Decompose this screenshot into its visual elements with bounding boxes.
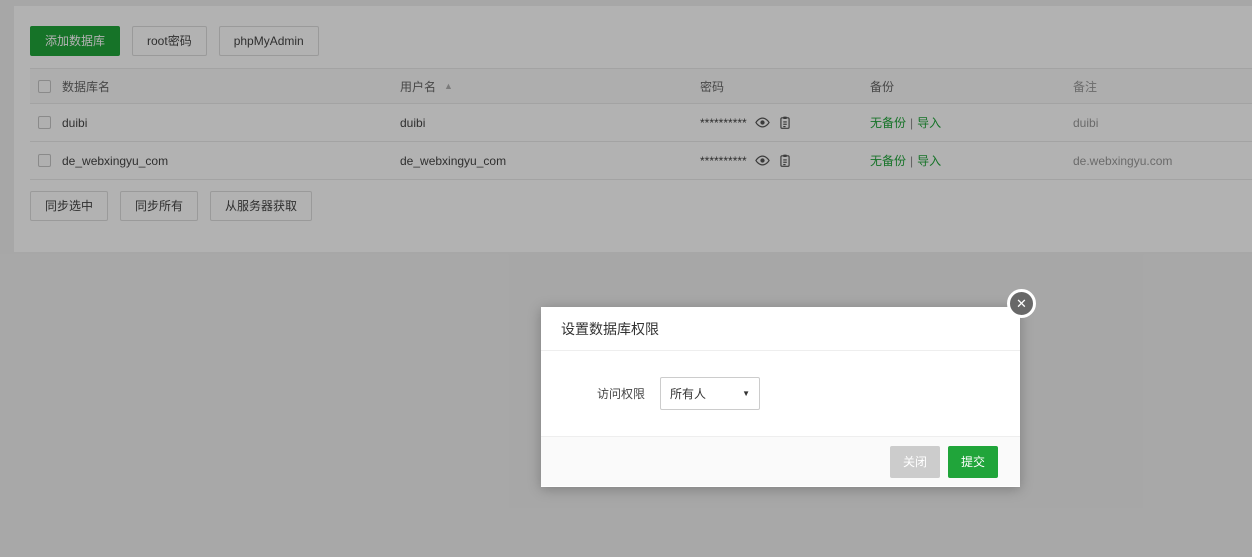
set-db-permission-dialog: ✕ 设置数据库权限 访问权限 所有人 ▼ 关闭 提交 (541, 289, 1036, 487)
selected-option: 所有人 (670, 387, 707, 401)
access-permission-select[interactable]: 所有人 ▼ (660, 377, 760, 410)
chevron-down-icon: ▼ (742, 389, 750, 398)
dialog-title: 设置数据库权限 (541, 307, 1020, 351)
dialog-footer: 关闭 提交 (541, 436, 1020, 486)
access-permission-label: 访问权限 (597, 387, 646, 401)
submit-button[interactable]: 提交 (947, 445, 998, 478)
close-button[interactable]: 关闭 (889, 445, 940, 478)
close-icon[interactable]: ✕ (1007, 289, 1036, 318)
dialog-body: 访问权限 所有人 ▼ (541, 351, 1020, 436)
